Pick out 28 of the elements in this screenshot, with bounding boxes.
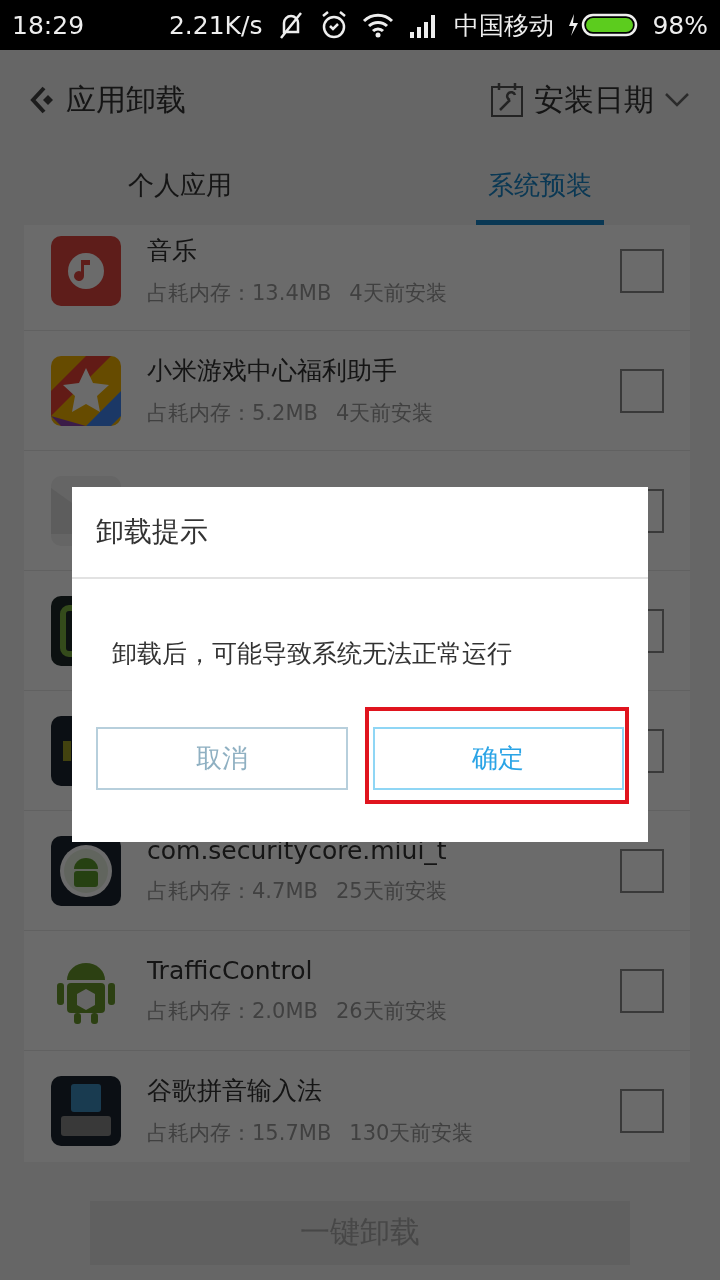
chevron-down-icon[interactable]	[664, 92, 690, 108]
wifi-icon	[362, 12, 395, 38]
checkbox[interactable]	[620, 968, 664, 1013]
dialog-title: 卸载提示	[72, 487, 648, 579]
confirm-button[interactable]: 确定	[372, 727, 624, 790]
page-title: 应用卸载	[66, 80, 186, 119]
tab[interactable]: 个人应用	[116, 150, 244, 225]
app-name: com.securitycore.miui_t	[147, 836, 448, 865]
checkbox[interactable]	[620, 848, 664, 893]
carrier-name: 中国移动	[454, 9, 555, 42]
keyboard-icon	[51, 1075, 121, 1146]
checkbox[interactable]	[620, 368, 664, 413]
sort-label[interactable]: 安装日期	[534, 79, 654, 121]
checkbox[interactable]	[620, 248, 664, 293]
app-name: 谷歌拼音输入法	[147, 1075, 323, 1107]
battery-charging-icon	[568, 12, 639, 38]
cancel-button[interactable]: 取消	[96, 727, 348, 790]
music-note-icon	[51, 235, 121, 306]
app-name: 音乐	[147, 235, 198, 267]
network-speed: 2.21K/s	[168, 10, 263, 40]
app-name: 小米游戏中心福利助手	[147, 355, 398, 387]
app-name: TrafficControl	[147, 956, 314, 985]
calendar-wrench-icon[interactable]	[490, 82, 524, 118]
clock: 18:29	[12, 10, 85, 40]
dialog-message: 卸载后，可能导致系统无法正常运行	[112, 637, 512, 670]
checkbox[interactable]	[620, 1088, 664, 1133]
battery-percent: 98%	[652, 10, 708, 40]
back-icon[interactable]	[30, 85, 56, 115]
